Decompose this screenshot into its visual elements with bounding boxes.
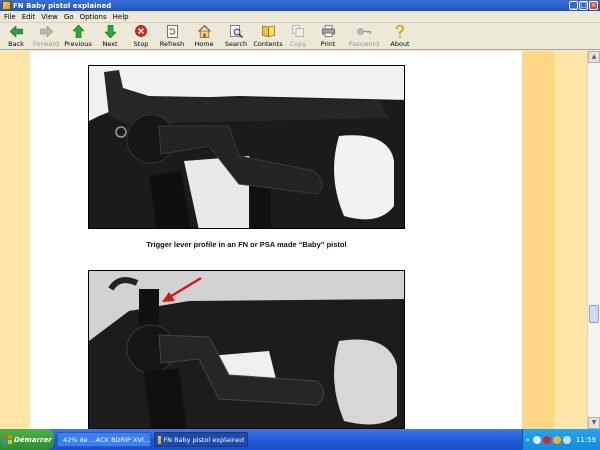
stop-icon [134,24,148,38]
previous-button[interactable]: Previous [62,23,94,50]
window-title: FN Baby pistol explained [13,1,112,10]
right-margin [554,51,587,429]
start-label: Démarrer [14,435,52,444]
refresh-button[interactable]: Refresh [156,23,188,50]
key-icon [357,24,371,38]
decorative-band [522,51,554,429]
about-button[interactable]: About [384,23,416,50]
menu-view[interactable]: View [38,13,61,21]
stop-button[interactable]: Stop [126,23,156,50]
tray-expand-button[interactable]: « [526,436,530,444]
menu-file[interactable]: File [0,13,19,21]
help-app-icon [158,435,162,444]
close-button[interactable]: × [589,1,598,10]
home-icon [197,24,211,38]
refresh-icon [165,24,179,38]
back-button[interactable]: Back [2,23,30,50]
taskbar-item-download[interactable]: 42% de ...ACK BDRIP XVI... [57,432,151,447]
trigger-lever-photo-baby [88,270,405,429]
photo-caption: Trigger lever profile in an FN or PSA ma… [146,240,347,249]
forward-arrow-icon [39,24,53,38]
about-icon [393,24,407,38]
help-app-icon [2,1,11,10]
trigger-lever-photo-fn [88,65,405,229]
up-arrow-icon [71,24,85,38]
home-button[interactable]: Home [188,23,220,50]
toolbar: Back Forward Previous Next Stop Refresh [0,23,600,50]
maximize-button[interactable]: □ [579,1,588,10]
volume-icon[interactable] [562,435,571,444]
windows-logo-icon [3,435,12,444]
copy-icon [291,24,305,38]
network-icon[interactable] [532,435,541,444]
taskbar-item-help-window[interactable]: FN Baby pistol explained [154,432,248,447]
next-button[interactable]: Next [94,23,126,50]
menu-bar: File Edit View Go Options Help [0,11,600,23]
forward-button[interactable]: Forward [30,23,62,50]
menu-go[interactable]: Go [61,13,77,21]
taskbar: Démarrer 42% de ...ACK BDRIP XVI... FN B… [0,429,600,450]
update-icon[interactable] [552,435,561,444]
vertical-scrollbar[interactable]: ▲ ▼ [587,51,600,429]
scroll-down-icon[interactable]: ▼ [588,417,600,429]
menu-edit[interactable]: Edit [19,13,39,21]
print-button[interactable]: Print [312,23,344,50]
back-arrow-icon [9,24,23,38]
menu-help[interactable]: Help [110,13,132,21]
search-icon [229,24,243,38]
print-icon [321,24,335,38]
copy-button[interactable]: Copy [284,23,312,50]
down-arrow-icon [103,24,117,38]
left-margin [0,51,30,429]
menu-options[interactable]: Options [77,13,110,21]
scroll-up-icon[interactable]: ▲ [588,51,600,63]
system-tray: « 11:59 [521,429,600,450]
minimize-button[interactable]: _ [569,1,578,10]
start-button[interactable]: Démarrer [0,429,54,450]
contents-button[interactable]: Contents [252,23,284,50]
scroll-thumb[interactable] [589,305,599,323]
contents-icon [261,24,275,38]
clock: 11:59 [575,435,596,444]
password-button[interactable]: Password [344,23,384,50]
content-area: Trigger lever profile in an FN or PSA ma… [0,51,587,429]
title-bar: FN Baby pistol explained _ □ × [0,0,600,11]
security-icon[interactable] [542,435,551,444]
search-button[interactable]: Search [220,23,252,50]
